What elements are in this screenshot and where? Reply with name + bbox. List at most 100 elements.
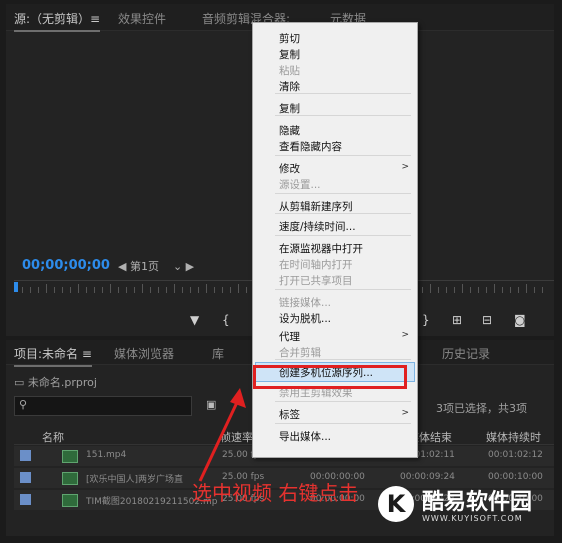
ruler-tick: [102, 287, 103, 293]
prev-page-icon[interactable]: ◀: [118, 260, 130, 273]
menu-item[interactable]: 设为脱机...: [279, 311, 331, 326]
clip-icon: [62, 450, 78, 463]
ruler-tick: [30, 287, 31, 293]
overwrite-icon[interactable]: ⊟: [482, 313, 492, 327]
project-folder: ▭ 未命名.prproj: [14, 374, 97, 390]
camera-icon[interactable]: ◙: [514, 313, 526, 327]
tab-media-browser[interactable]: 媒体浏览器: [114, 345, 174, 362]
project-name: 未命名.prproj: [27, 376, 97, 389]
ruler-tick: [478, 287, 479, 293]
submenu-arrow-icon: >: [401, 408, 409, 418]
ruler-tick: [486, 287, 487, 293]
playhead-marker[interactable]: [14, 282, 18, 292]
ruler-tick: [230, 287, 231, 293]
watermark-logo: K: [378, 486, 414, 522]
ruler-tick: [534, 287, 535, 293]
tab-source[interactable]: 源:（无剪辑）≡: [14, 10, 101, 32]
clip-icon: [62, 494, 78, 507]
clip-duration: 00:01:02:12: [488, 450, 543, 460]
ruler-tick: [454, 287, 455, 293]
submenu-arrow-icon: >: [401, 162, 409, 172]
annotation-arrow: [198, 388, 246, 482]
ruler-tick: [246, 287, 247, 293]
menu-item[interactable]: 复制: [279, 101, 300, 116]
ruler-tick: [22, 287, 23, 293]
menu-item[interactable]: 查看隐藏内容: [279, 139, 342, 154]
menu-item: 合并剪辑: [279, 347, 321, 359]
mark-out-icon[interactable]: }: [422, 313, 430, 327]
menu-item: 粘贴: [279, 65, 300, 77]
menu-item[interactable]: 复制: [279, 47, 300, 62]
ruler-tick: [134, 287, 135, 293]
label-swatch: [20, 472, 31, 483]
ruler-tick: [462, 284, 463, 293]
menu-separator: [275, 423, 411, 424]
col-duration[interactable]: 媒体持续时: [486, 429, 541, 445]
mark-in-icon[interactable]: {: [222, 313, 230, 327]
playhead-timecode[interactable]: 00;00;00;00: [22, 258, 110, 273]
menu-item[interactable]: 速度/持续时间...: [279, 219, 356, 234]
tab-libraries[interactable]: 库: [212, 345, 224, 362]
ruler-tick: [62, 287, 63, 293]
context-menu: 剪切 复制 粘贴 清除 复制 隐藏 查看隐藏内容 修改 > 源设置... 从剪辑新建序列 速度/持续时…: [252, 22, 418, 458]
search-input[interactable]: ⚲: [14, 396, 192, 416]
ruler-tick: [510, 287, 511, 293]
ruler-tick: [38, 287, 39, 293]
marker-icon[interactable]: ▼: [190, 313, 199, 327]
menu-separator: [275, 193, 411, 194]
menu-item[interactable]: 代理: [279, 329, 300, 344]
ruler-tick: [94, 287, 95, 293]
ruler-tick: [238, 284, 239, 293]
col-name[interactable]: 名称: [42, 429, 64, 445]
menu-item[interactable]: 清除: [279, 79, 300, 94]
page-select[interactable]: ◀ 第1页 ⌄ ▶: [118, 258, 194, 274]
ruler-tick: [46, 284, 47, 293]
submenu-arrow-icon: >: [401, 330, 409, 340]
ruler-tick: [470, 287, 471, 293]
page-label: 第1页: [129, 260, 159, 273]
watermark-name: 酷易软件园: [422, 490, 533, 515]
tab-effect-controls[interactable]: 效果控件: [118, 10, 166, 27]
ruler-tick: [150, 287, 151, 293]
clip-end: 00:00:09:24: [400, 472, 455, 482]
insert-icon[interactable]: ⊞: [452, 313, 462, 327]
ruler-tick: [126, 287, 127, 293]
clip-duration: 00:00:10:00: [488, 472, 543, 482]
annotation-caption: 选中视频 右键点击: [192, 481, 359, 505]
menu-item[interactable]: 剪切: [279, 31, 300, 46]
ruler-tick: [142, 284, 143, 293]
ruler-tick: [518, 287, 519, 293]
ruler-tick: [182, 287, 183, 293]
tab-history[interactable]: 历史记录: [442, 345, 490, 362]
ruler-tick: [222, 287, 223, 293]
menu-item[interactable]: 隐藏: [279, 123, 300, 138]
ruler-tick: [174, 284, 175, 293]
menu-separator: [275, 235, 411, 236]
ruler-tick: [438, 287, 439, 293]
ruler-tick: [110, 284, 111, 293]
label-swatch: [20, 494, 31, 505]
ruler-tick: [198, 287, 199, 293]
tab-project[interactable]: 项目:未命名 ≡: [14, 345, 92, 367]
ruler-tick: [190, 287, 191, 293]
ruler-tick: [166, 287, 167, 293]
menu-item[interactable]: 在源监视器中打开: [279, 241, 363, 256]
ruler-tick: [502, 287, 503, 293]
clip-icon: [62, 472, 78, 485]
ruler-tick: [86, 287, 87, 293]
menu-item[interactable]: 标签: [279, 407, 300, 422]
ruler-tick: [70, 287, 71, 293]
ruler-tick: [494, 284, 495, 293]
menu-item: 打开已共享项目: [279, 275, 353, 287]
chevron-down-icon[interactable]: ⌄ ▶: [159, 260, 194, 273]
ruler-tick: [542, 287, 543, 293]
menu-item: 链接媒体...: [279, 297, 332, 309]
search-icon: ⚲: [19, 398, 28, 411]
menu-item[interactable]: 从剪辑新建序列: [279, 199, 353, 214]
menu-item[interactable]: 修改: [279, 161, 300, 176]
ruler-tick: [526, 284, 527, 293]
watermark-url: WWW.KUYISOFT.COM: [422, 514, 523, 523]
menu-item[interactable]: 导出媒体...: [279, 429, 331, 444]
label-swatch: [20, 450, 31, 461]
ruler-tick: [430, 284, 431, 293]
